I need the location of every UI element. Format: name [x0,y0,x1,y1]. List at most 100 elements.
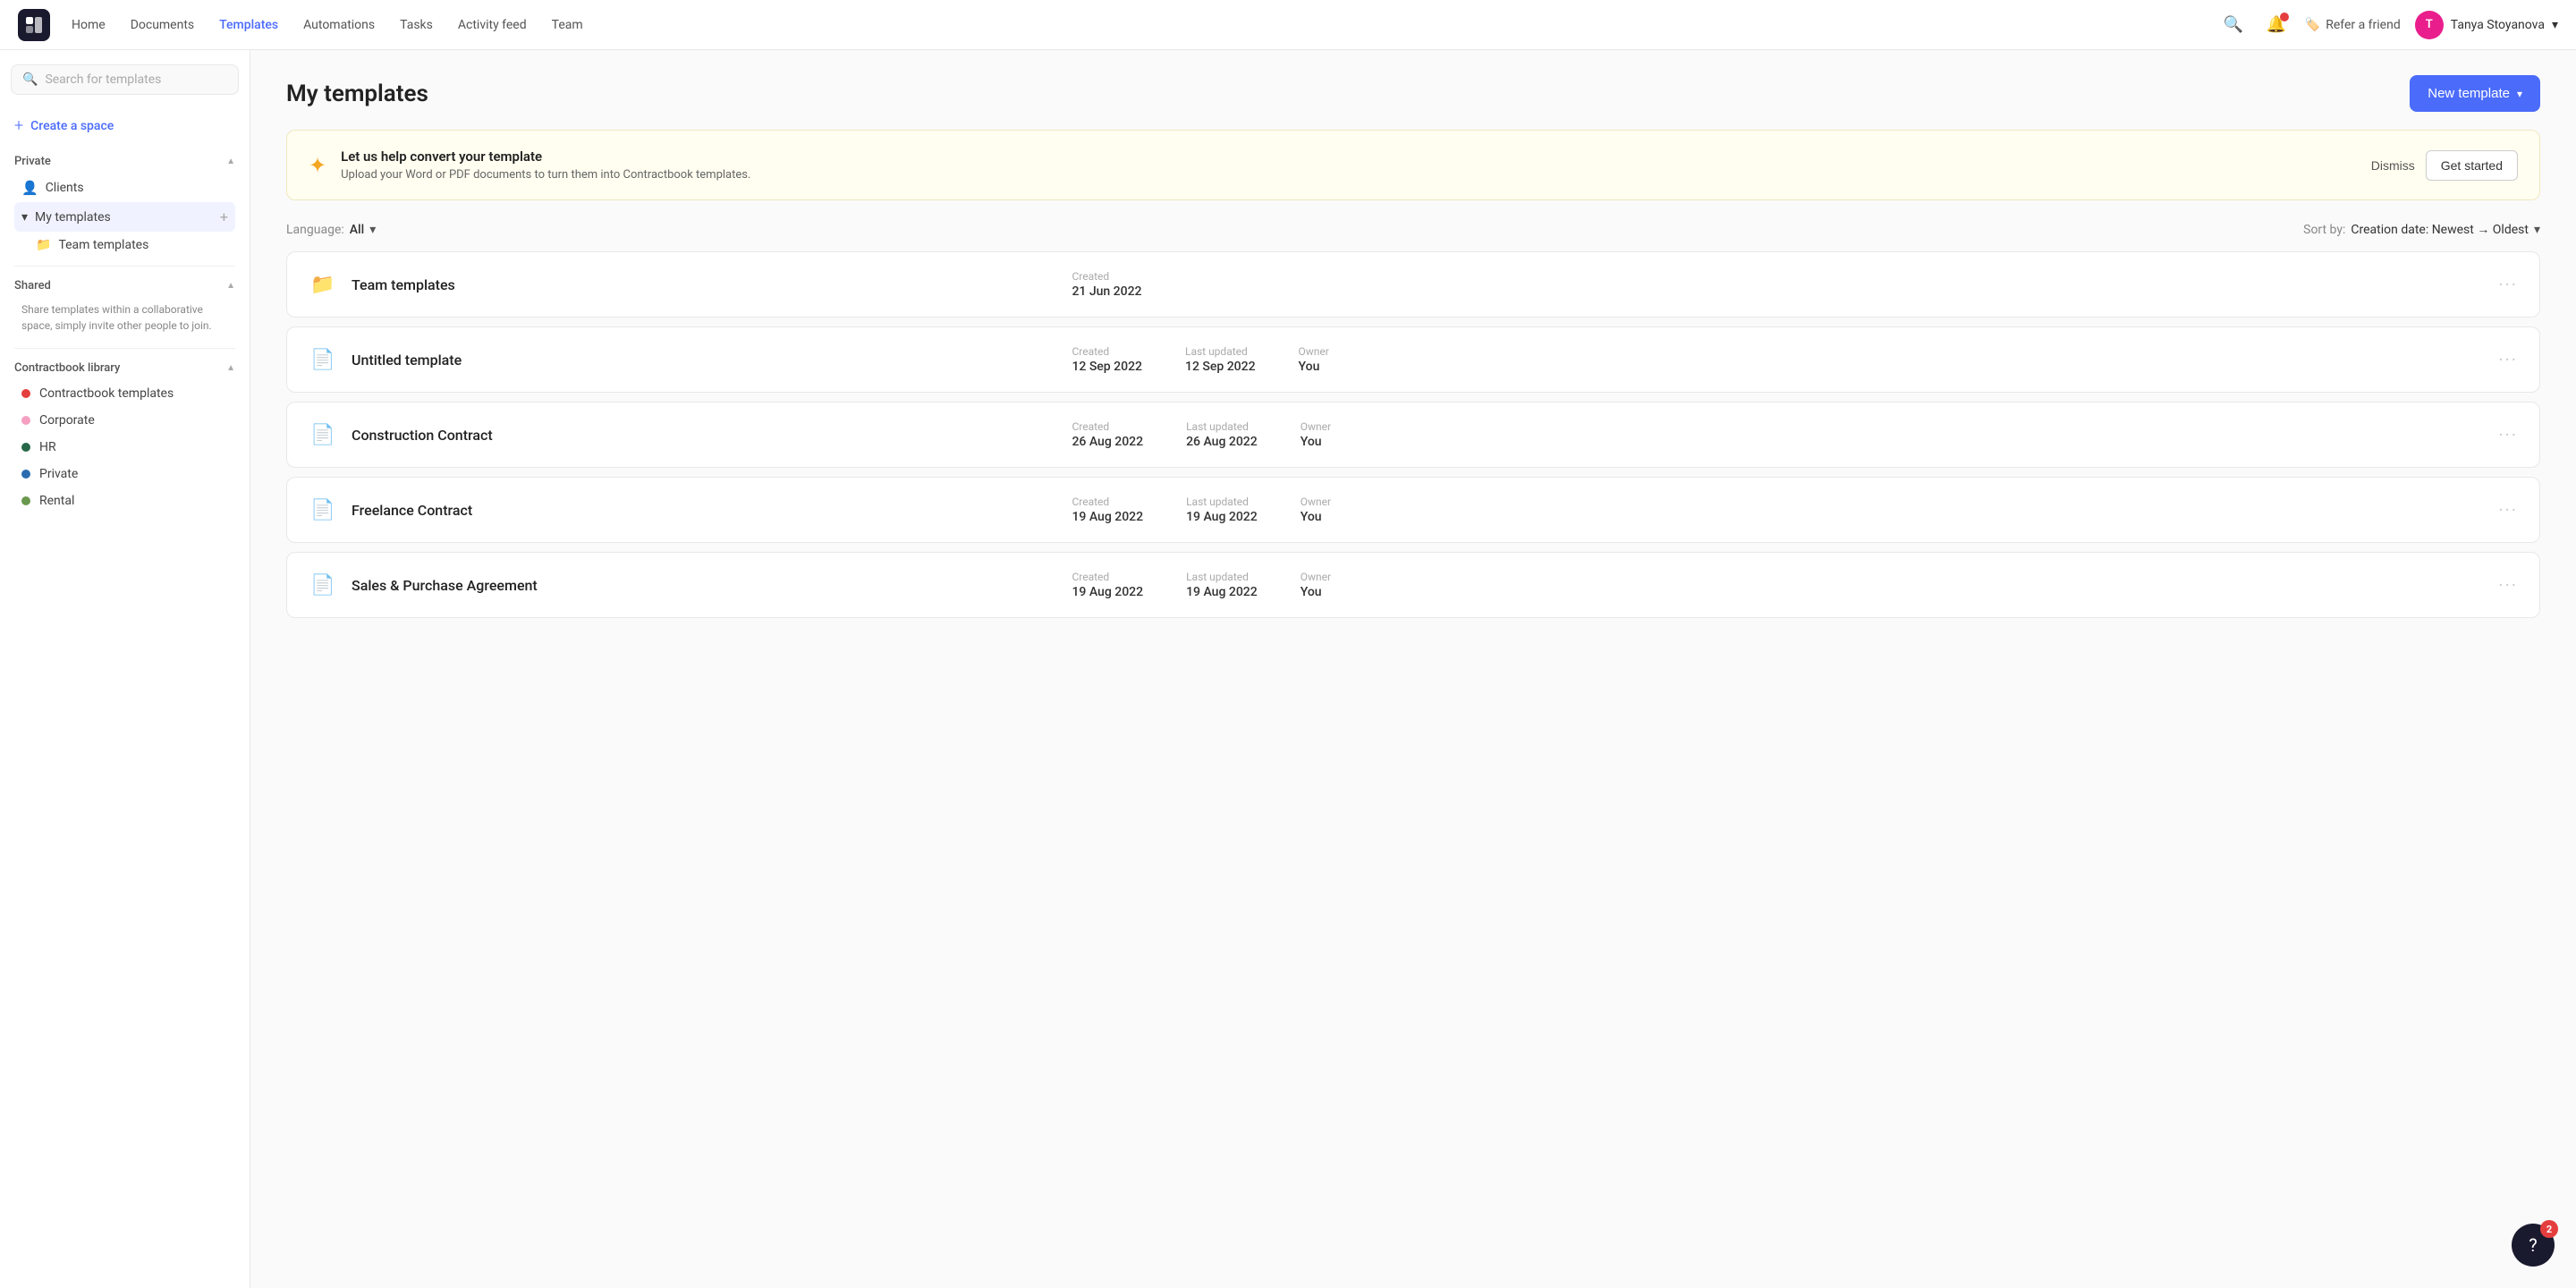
promo-title: Let us help convert your template [341,148,2357,165]
sidebar-item-hr[interactable]: HR [14,434,235,461]
nav-activity-feed[interactable]: Activity feed [458,18,527,32]
owner-meta: Owner You [1301,571,1331,599]
chevron-down-icon: ▾ [369,223,376,237]
nav-templates[interactable]: Templates [219,18,278,32]
user-chevron-icon: ▾ [2552,18,2558,32]
notifications-icon[interactable]: 🔔 [2262,11,2291,39]
search-placeholder: Search for templates [45,72,161,87]
more-options-button[interactable]: ··· [2498,349,2518,370]
nav-documents[interactable]: Documents [131,18,194,32]
created-meta: Created 12 Sep 2022 [1072,345,1142,374]
collapse-icon: ▲ [226,363,235,373]
language-filter[interactable]: Language: All ▾ [286,223,376,237]
document-icon: 📄 [309,574,337,597]
sidebar-item-rental[interactable]: Rental [14,487,235,514]
language-value: All [350,223,364,237]
private-section: Private ▲ 👤 Clients ▾ My templates + 📁 T… [0,149,250,258]
divider [14,266,235,267]
template-list: 📁Team templates Created 21 Jun 2022 ··· 📄… [250,251,2576,661]
refer-friend-button[interactable]: 🏷️ Refer a friend [2305,18,2401,32]
chevron-down-icon: ▾ [2517,88,2522,100]
user-menu-button[interactable]: T Tanya Stoyanova ▾ [2415,11,2558,39]
promo-text: Let us help convert your template Upload… [341,148,2357,182]
template-name: Construction Contract [352,427,1057,444]
nav-home[interactable]: Home [72,18,106,32]
dismiss-button[interactable]: Dismiss [2371,158,2415,173]
template-meta: Created 19 Aug 2022 Last updated 19 Aug … [1072,496,2484,524]
new-template-button[interactable]: New template ▾ [2410,75,2540,112]
template-card[interactable]: 📄Untitled template Created 12 Sep 2022 L… [286,326,2540,393]
sort-value: Creation date: Newest → Oldest [2351,222,2529,237]
nav-automations[interactable]: Automations [303,18,375,32]
chevron-down-icon: ▾ [2534,223,2540,237]
nav-team[interactable]: Team [552,18,583,32]
search-icon[interactable]: 🔍 [2219,11,2248,39]
template-card[interactable]: 📄Sales & Purchase Agreement Created 19 A… [286,552,2540,618]
owner-label: Owner [1301,420,1331,433]
promo-description: Upload your Word or PDF documents to tur… [341,168,2357,182]
updated-meta: Last updated 12 Sep 2022 [1185,345,1256,374]
library-item-label: Private [39,467,78,481]
created-value: 26 Aug 2022 [1072,435,1143,449]
search-input[interactable]: 🔍 Search for templates [11,64,239,95]
nav-tasks[interactable]: Tasks [400,18,433,32]
add-icon[interactable]: + [220,208,228,225]
template-card[interactable]: 📁Team templates Created 21 Jun 2022 ··· [286,251,2540,318]
private-section-header[interactable]: Private ▲ [14,149,235,174]
refer-label: Refer a friend [2326,18,2401,32]
shared-description: Share templates within a collaborative s… [14,298,235,341]
created-value: 19 Aug 2022 [1072,510,1143,524]
shared-section: Shared ▲ Share templates within a collab… [0,274,250,341]
updated-value: 19 Aug 2022 [1186,510,1258,524]
clients-label: Clients [46,181,84,195]
dot-icon [21,416,30,425]
owner-label: Owner [1301,496,1331,508]
more-options-button[interactable]: ··· [2498,424,2518,445]
sidebar-item-contractbook-templates[interactable]: Contractbook templates [14,380,235,407]
logo-icon[interactable] [18,9,50,41]
library-label: Contractbook library [14,361,120,375]
library-section-header[interactable]: Contractbook library ▲ [14,356,235,380]
template-card[interactable]: 📄Freelance Contract Created 19 Aug 2022 … [286,477,2540,543]
notification-badge [2280,13,2289,21]
more-options-button[interactable]: ··· [2498,274,2518,295]
sidebar-item-my-templates[interactable]: ▾ My templates + [14,202,235,232]
created-value: 19 Aug 2022 [1072,585,1143,599]
library-item-label: Contractbook templates [39,386,174,401]
sidebar-item-corporate[interactable]: Corporate [14,407,235,434]
language-label: Language: [286,223,344,237]
plus-icon: + [14,116,23,135]
create-space-button[interactable]: + Create a space [0,109,250,142]
folder-icon: 📁 [309,274,337,296]
sidebar-item-private[interactable]: Private [14,461,235,487]
dot-icon [21,389,30,398]
template-card[interactable]: 📄Construction Contract Created 26 Aug 20… [286,402,2540,468]
owner-label: Owner [1301,571,1331,583]
owner-meta: Owner You [1301,496,1331,524]
my-templates-label: My templates [35,210,111,225]
template-meta: Created 26 Aug 2022 Last updated 26 Aug … [1072,420,2484,449]
create-space-label: Create a space [30,119,114,133]
dot-icon [21,470,30,479]
sidebar-item-clients[interactable]: 👤 Clients [14,174,235,202]
sidebar: 🔍 Search for templates + Create a space … [0,50,250,1288]
updated-label: Last updated [1186,571,1258,583]
user-avatar: T [2415,11,2444,39]
nav-right: 🔍 🔔 🏷️ Refer a friend T Tanya Stoyanova … [2219,11,2558,39]
chevron-down-icon: ▾ [21,210,28,225]
help-button[interactable]: ? 2 [2512,1224,2555,1267]
sidebar-item-team-templates[interactable]: 📁 Team templates [14,232,235,258]
more-options-button[interactable]: ··· [2498,499,2518,521]
owner-value: You [1301,435,1331,449]
help-badge: 2 [2540,1220,2558,1238]
library-item-label: Rental [39,494,74,508]
owner-value: You [1301,585,1331,599]
updated-value: 19 Aug 2022 [1186,585,1258,599]
updated-meta: Last updated 26 Aug 2022 [1186,420,1258,449]
new-template-label: New template [2428,86,2510,101]
template-name: Sales & Purchase Agreement [352,577,1057,594]
more-options-button[interactable]: ··· [2498,574,2518,596]
shared-section-header[interactable]: Shared ▲ [14,274,235,298]
sort-filter[interactable]: Sort by: Creation date: Newest → Oldest … [2303,222,2540,237]
get-started-button[interactable]: Get started [2426,150,2518,181]
